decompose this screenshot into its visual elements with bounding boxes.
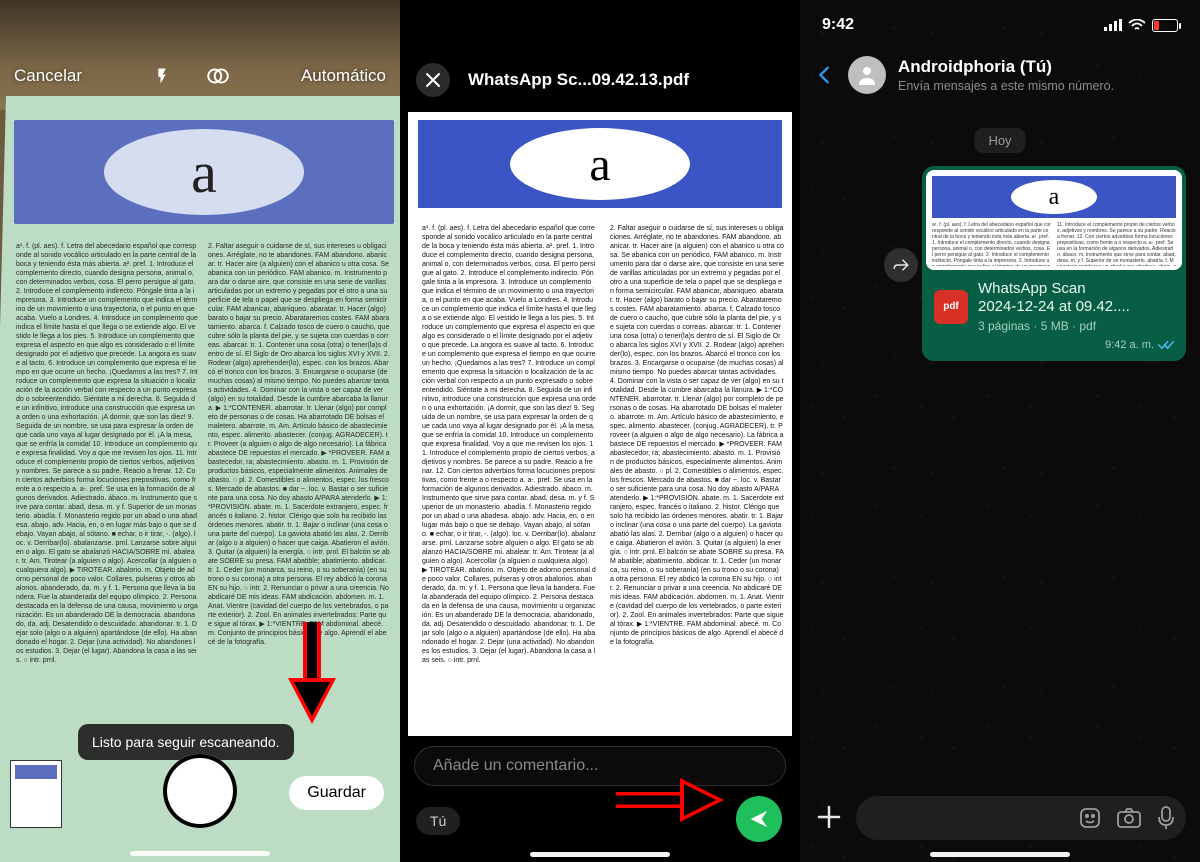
day-chip: Hoy xyxy=(974,128,1025,153)
chat-screen: 9:42 Androidphoria (Tú) Envía mensajes a… xyxy=(800,0,1200,862)
annotation-arrow-icon xyxy=(282,622,342,732)
wifi-icon xyxy=(1128,19,1146,32)
attach-button[interactable] xyxy=(814,802,844,832)
cellular-icon xyxy=(1104,19,1122,31)
avatar[interactable] xyxy=(848,56,886,94)
pdf-icon: pdf xyxy=(934,290,968,324)
close-button[interactable] xyxy=(416,63,450,97)
contact-name[interactable]: Androidphoria (Tú) xyxy=(898,57,1114,77)
message-bubble[interactable]: a a¹. f. (pl. aes). f. Letra del abeceda… xyxy=(922,166,1186,361)
send-icon xyxy=(748,808,770,830)
home-indicator[interactable] xyxy=(930,852,1070,857)
pdf-page[interactable]: a a¹. f. (pl. aes). f. Letra del abeceda… xyxy=(408,112,792,736)
preview-text: a¹. f. (pl. aes). f. Letra del abecedari… xyxy=(932,222,1176,266)
pdf-column-left: a¹. f. (pl. aes). f. Letra del abecedari… xyxy=(418,220,600,728)
battery-icon xyxy=(1152,19,1178,32)
close-icon xyxy=(425,72,441,88)
status-bar: 9:42 xyxy=(800,10,1200,40)
scanner-screen: a a¹. f. (pl. aes). f. Letra del abeceda… xyxy=(0,0,400,862)
document-title-line1: WhatsApp Scan xyxy=(978,280,1130,298)
home-indicator[interactable] xyxy=(530,852,670,857)
page-letter-badge: a xyxy=(104,129,304,215)
preview-header: WhatsApp Sc...09.42.13.pdf xyxy=(400,56,800,104)
caption-placeholder: Añade un comentario... xyxy=(433,757,598,775)
read-receipt-icon xyxy=(1158,340,1174,350)
camera-icon[interactable] xyxy=(1116,806,1142,830)
sticker-icon[interactable] xyxy=(1078,806,1102,830)
message-input[interactable] xyxy=(856,796,1186,840)
pdf-column-right: 2. Faltar aseguir o cuidarse de sí, sus … xyxy=(606,220,788,728)
document-preview: a a¹. f. (pl. aes). f. Letra del abeceda… xyxy=(926,170,1182,270)
scanned-page-thumbnail[interactable] xyxy=(10,760,62,828)
auto-mode-button[interactable]: Automático xyxy=(301,66,386,86)
home-indicator[interactable] xyxy=(130,851,270,856)
contact-subtitle: Envía mensajes a este mismo número. xyxy=(898,79,1114,93)
cancel-button[interactable]: Cancelar xyxy=(14,66,82,86)
document-meta: 3 páginas · 5 MB · pdf xyxy=(978,319,1130,333)
forward-icon xyxy=(892,256,910,274)
status-time: 9:42 xyxy=(822,16,854,34)
chat-header: Androidphoria (Tú) Envía mensajes a este… xyxy=(800,48,1200,102)
annotation-arrow-icon xyxy=(616,772,726,828)
recipient-chip[interactable]: Tú xyxy=(416,807,460,835)
page-letter-badge: a xyxy=(510,128,690,200)
plus-icon xyxy=(814,802,844,832)
back-icon[interactable] xyxy=(814,64,836,86)
pdf-preview-screen: WhatsApp Sc...09.42.13.pdf a a¹. f. (pl.… xyxy=(400,0,800,862)
caption-input[interactable]: Añade un comentario... xyxy=(414,746,786,786)
page-banner: a xyxy=(14,120,394,224)
document-title-line2: 2024-12-24 at 09.42.... xyxy=(978,298,1130,316)
document-info-row: pdf WhatsApp Scan 2024-12-24 at 09.42...… xyxy=(926,270,1182,339)
send-button[interactable] xyxy=(736,796,782,842)
preview-title: WhatsApp Sc...09.42.13.pdf xyxy=(468,70,689,90)
scanner-toolbar: Cancelar Automático xyxy=(0,58,400,94)
shutter-button[interactable] xyxy=(163,754,237,828)
page-letter-badge: a xyxy=(1011,180,1097,214)
avatar-placeholder-icon xyxy=(855,63,879,87)
scan-ready-toast: Listo para seguir escaneando. xyxy=(78,724,294,760)
save-button[interactable]: Guardar xyxy=(289,776,384,810)
mic-icon[interactable] xyxy=(1156,805,1176,831)
page-banner: a xyxy=(418,120,782,208)
filter-icon[interactable] xyxy=(205,63,231,89)
message-timestamp: 9:42 a. m. xyxy=(926,339,1182,357)
forward-button[interactable] xyxy=(884,248,918,282)
flash-icon[interactable] xyxy=(153,63,171,89)
